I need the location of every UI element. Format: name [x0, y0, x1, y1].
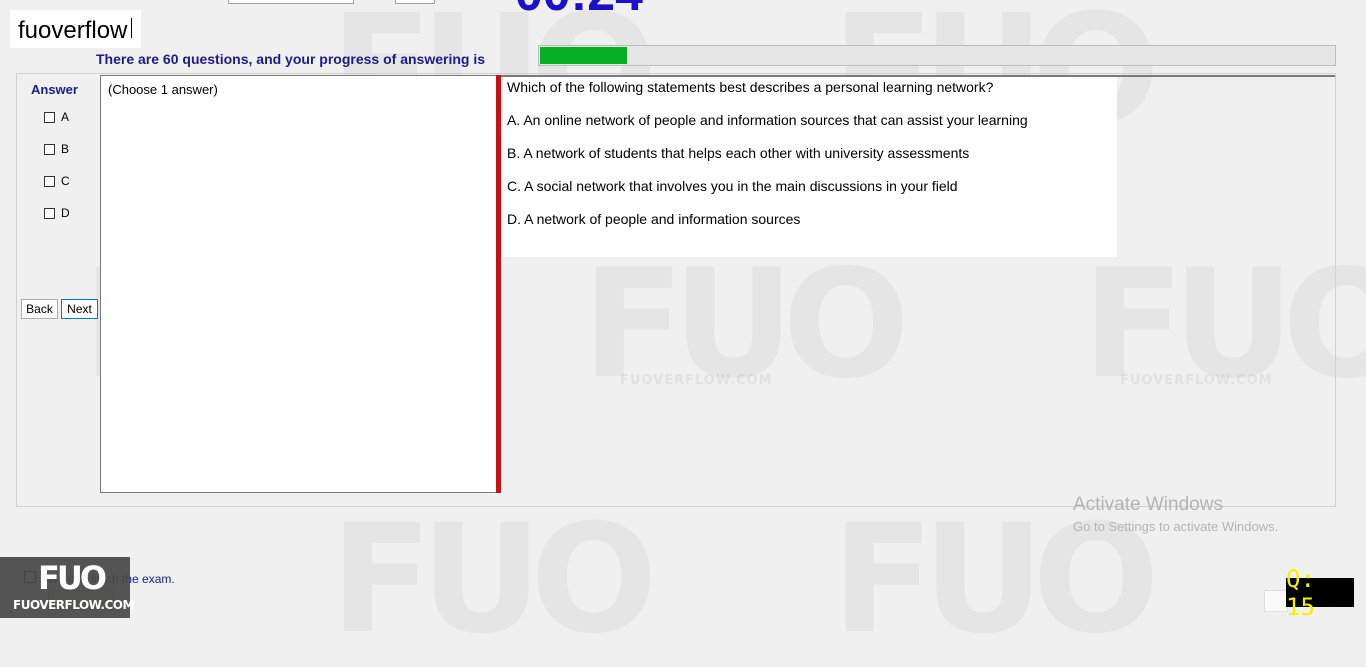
- answer-textbox[interactable]: (Choose 1 answer): [100, 75, 497, 493]
- choice-a: A. An online network of people and infor…: [507, 112, 1028, 128]
- next-button[interactable]: Next: [61, 299, 98, 319]
- question-box: Which of the following statements best d…: [503, 77, 1117, 257]
- choice-d: D. A network of people and information s…: [507, 211, 801, 227]
- option-d-label: D: [61, 206, 70, 220]
- option-a-checkbox[interactable]: [44, 111, 55, 123]
- progress-bar: [538, 45, 1336, 66]
- watermark-logo: FUO: [330, 505, 658, 655]
- answer-heading: Answer: [31, 82, 78, 97]
- option-a[interactable]: A: [44, 110, 69, 124]
- option-b[interactable]: B: [44, 142, 69, 156]
- option-b-label: B: [61, 142, 70, 156]
- option-b-checkbox[interactable]: [44, 143, 55, 155]
- top-field-right[interactable]: [395, 0, 435, 4]
- option-d-checkbox[interactable]: [44, 207, 55, 219]
- logo-mark: FUO: [38, 559, 107, 597]
- option-d[interactable]: D: [44, 206, 70, 220]
- top-field-left[interactable]: [228, 0, 354, 4]
- activate-windows-title: Activate Windows: [1073, 494, 1223, 515]
- fuoverflow-logo: FUO FUOVERFLOW.COM: [0, 557, 134, 618]
- question-counter: Q: 15: [1286, 565, 1354, 621]
- option-a-label: A: [61, 110, 70, 124]
- text-caret: [131, 18, 132, 38]
- logo-site: FUOVERFLOW.COM: [13, 598, 134, 612]
- hidden-control[interactable]: [1264, 590, 1288, 612]
- progress-label: There are 60 questions, and your progres…: [96, 51, 485, 67]
- activate-windows-subtitle: Go to Settings to activate Windows.: [1073, 519, 1279, 534]
- option-c-label: C: [61, 174, 70, 188]
- back-button[interactable]: Back: [21, 299, 58, 319]
- brand-box: fuoverflow: [10, 10, 141, 48]
- brand-name: fuoverflow: [18, 17, 128, 44]
- progress-fill: [540, 47, 627, 64]
- exam-timer: 00:24: [515, 0, 643, 22]
- option-c-checkbox[interactable]: [44, 175, 55, 187]
- question-text: Which of the following statements best d…: [507, 79, 994, 95]
- option-c[interactable]: C: [44, 174, 70, 188]
- choice-b: B. A network of students that helps each…: [507, 145, 970, 161]
- choose-instruction: (Choose 1 answer): [108, 82, 218, 97]
- choice-c: C. A social network that involves you in…: [507, 178, 958, 194]
